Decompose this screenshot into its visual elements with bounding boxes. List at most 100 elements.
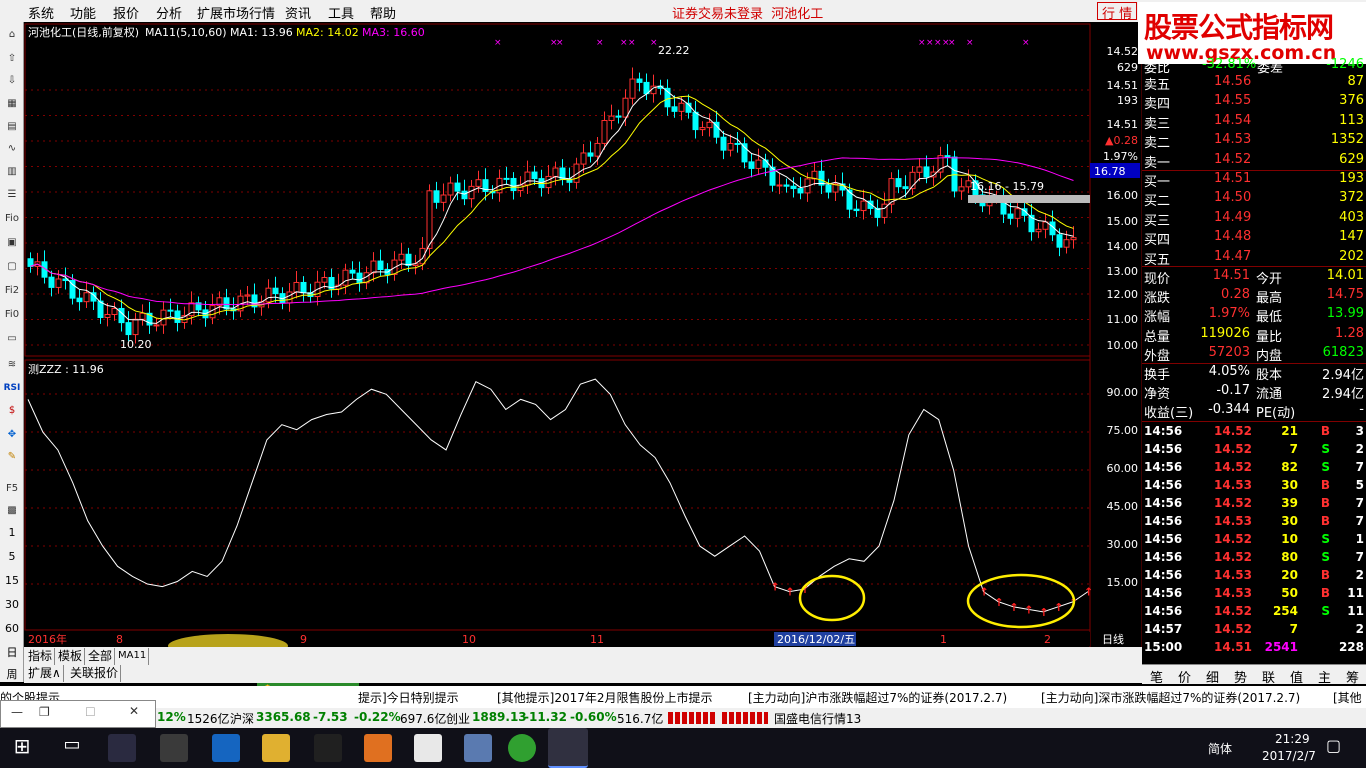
fund-label: 股本 (1256, 368, 1283, 383)
rsi-icon[interactable]: RSI (4, 380, 21, 396)
window-icon[interactable]: ▩ (4, 502, 20, 518)
move-icon[interactable]: ✥ (4, 426, 20, 442)
browser-icon[interactable] (508, 734, 536, 762)
pencil-icon[interactable]: ✎ (4, 448, 20, 464)
quote-tab[interactable]: 主 (1318, 667, 1331, 686)
quote-tab[interactable]: 笔 (1150, 667, 1163, 686)
menu-news[interactable]: 资讯 (285, 3, 311, 22)
chart-icon[interactable]: ▦ (4, 95, 20, 111)
period-5-button[interactable]: 5 (4, 548, 20, 564)
task-view-icon[interactable]: ▭ (58, 734, 86, 762)
period-15-button[interactable]: 15 (4, 572, 20, 588)
list-icon[interactable]: ☰ (4, 186, 20, 202)
arrow-up-icon[interactable]: ⇧ (4, 50, 20, 66)
language-indicator[interactable]: 简体 (1208, 740, 1232, 757)
menu-quote[interactable]: 报价 (113, 3, 139, 22)
high-price-label: 22.22 (658, 44, 690, 57)
candle-up (524, 171, 531, 186)
tick-time: 14:56 (1144, 424, 1183, 438)
fi2-icon[interactable]: Fi2 (4, 282, 20, 298)
ticker-item[interactable]: [主力动向]沪市涨跌幅超过7%的证券(2017.2.7) (748, 689, 1007, 706)
start-icon[interactable]: ⊞ (8, 734, 36, 762)
tick-row: 14:56 14.52 7 S 2 (1142, 441, 1366, 459)
candle-up (419, 247, 426, 265)
quote-tab[interactable]: 筹 (1346, 667, 1359, 686)
ticker-item[interactable]: [其他 (1333, 689, 1362, 706)
tick-price: 14.52 (1214, 460, 1252, 474)
menu-extended-market[interactable]: 扩展市场行情 (197, 3, 275, 22)
menu-analysis[interactable]: 分析 (156, 3, 182, 22)
store-icon[interactable] (160, 734, 188, 762)
f5-icon[interactable]: F5 (4, 480, 20, 496)
folder-icon[interactable] (262, 734, 290, 762)
kline-frame (24, 23, 1091, 357)
wave-icon[interactable]: ≋ (4, 356, 20, 372)
period-1-button[interactable]: 1 (4, 524, 20, 540)
stock-app-icon[interactable] (548, 728, 588, 768)
candle-down (671, 106, 678, 112)
restore-icon[interactable]: ❐ (39, 705, 50, 719)
menu-tools[interactable]: 工具 (328, 3, 354, 22)
document-icon[interactable] (414, 734, 442, 762)
qq-icon[interactable] (314, 734, 342, 762)
tab-all[interactable]: 全部 (86, 648, 116, 665)
notification-icon[interactable]: ▢ (1326, 736, 1341, 755)
buy-row: 买五 14.47 202 (1142, 248, 1366, 268)
bar-chart-icon[interactable]: ▥ (4, 163, 20, 179)
close-icon[interactable]: ✕ (129, 704, 139, 718)
fi0-icon[interactable]: Fi0 (4, 306, 20, 322)
fio-icon[interactable]: Fio (4, 210, 20, 226)
candle-down (853, 208, 860, 212)
period-30-button[interactable]: 30 (4, 596, 20, 612)
maximize-icon[interactable]: ☐ (85, 705, 96, 719)
minimized-window[interactable]: — ❐ ☐ ✕ (0, 700, 156, 728)
menu-function[interactable]: 功能 (70, 3, 96, 22)
quote-tab[interactable]: 势 (1234, 667, 1247, 686)
menu-help[interactable]: 帮助 (370, 3, 396, 22)
tab-indicator[interactable]: 指标 (26, 648, 56, 665)
ticker-item[interactable]: 提示]今日特别提示 (358, 689, 459, 706)
quote-tab[interactable]: 值 (1290, 667, 1303, 686)
indicator-line (27, 378, 1089, 613)
frame-icon[interactable]: ▭ (4, 330, 20, 346)
tab-related-quote[interactable]: 关联报价 (68, 665, 122, 682)
news-ticker: 的个股提示 提示]今日特别提示 [其他提示]2017年2月限售股份上市提示 [主… (0, 686, 1366, 708)
line-chart-icon[interactable]: ∿ (4, 140, 20, 156)
quote-tab[interactable]: 细 (1206, 667, 1219, 686)
market-tab[interactable]: 行 情 (1097, 2, 1138, 22)
media-icon[interactable] (364, 734, 392, 762)
fund-row: 换手 4.05% 股本 2.94亿 (1142, 363, 1366, 383)
signal-marker: × (948, 38, 956, 48)
tab-extend[interactable]: 扩展∧ (26, 665, 64, 682)
tick-row: 14:56 14.53 30 B 7 (1142, 513, 1366, 531)
home-icon[interactable]: ⌂ (4, 26, 20, 42)
period-week-button[interactable]: 周 (4, 666, 20, 682)
arrow-down-icon[interactable]: ⇩ (4, 72, 20, 88)
ma3-line (30, 157, 1074, 306)
doc-icon[interactable]: ▣ (4, 234, 20, 250)
quote-value: -32.81% (1202, 57, 1257, 72)
ticker-item[interactable]: [其他提示]2017年2月限售股份上市提示 (497, 689, 713, 706)
menu-system[interactable]: 系统 (28, 3, 54, 22)
tab-template[interactable]: 模板 (56, 648, 86, 665)
tab-ma11[interactable]: MA11 (116, 648, 150, 665)
app-icon[interactable] (108, 734, 136, 762)
buy-label: 买三 (1144, 213, 1171, 229)
low-price-label: 10.20 (120, 338, 152, 351)
period-day-button[interactable]: 日 (4, 644, 20, 660)
signal-marker: × (620, 38, 628, 48)
ticker-item[interactable]: [主力动向]深市涨跌幅超过7%的证券(2017.2.7) (1041, 689, 1300, 706)
grid-icon[interactable]: ▤ (4, 118, 20, 134)
quote-tab[interactable]: 联 (1262, 667, 1275, 686)
tick-row: 14:56 14.52 82 S 7 (1142, 459, 1366, 477)
paint-icon[interactable] (464, 734, 492, 762)
minimize-icon[interactable]: — (11, 705, 23, 719)
signal-marker: × (556, 38, 564, 48)
edge-icon[interactable] (212, 734, 240, 762)
period-60-button[interactable]: 60 (4, 620, 20, 636)
dollar-icon[interactable]: $ (4, 402, 20, 418)
quote-tab[interactable]: 价 (1178, 667, 1191, 686)
calc-icon[interactable]: ▢ (4, 258, 20, 274)
tick-time: 14:56 (1144, 442, 1183, 456)
tick-row: 14:56 14.53 20 B 2 (1142, 567, 1366, 585)
